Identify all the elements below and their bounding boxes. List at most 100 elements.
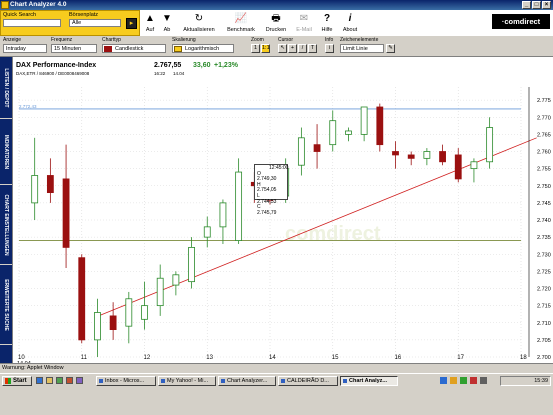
candle-body — [46, 175, 54, 194]
task-inbox[interactable]: Inbox - Micros... — [96, 376, 156, 386]
cursor-text-button[interactable]: T — [308, 44, 317, 53]
chart-icon: 📈 — [234, 13, 248, 24]
cursor-crosshair-button[interactable]: + — [288, 44, 297, 53]
maximize-button[interactable]: □ — [532, 1, 541, 9]
candle-body — [31, 175, 39, 204]
outlook-icon — [99, 379, 103, 383]
candle-body — [376, 106, 384, 146]
email-button[interactable]: ✉ E-Mail — [293, 12, 315, 36]
frequenz-select[interactable]: 15 Minuten — [51, 44, 97, 53]
quick-search-input[interactable] — [3, 19, 61, 27]
ohlc-tooltip: 12:45:00 O2.749,30 H2.754,05 L2.744,53 C… — [254, 164, 288, 216]
quicklaunch-ie-icon[interactable] — [36, 377, 43, 384]
arrow-up-icon: ▲ — [145, 13, 155, 24]
y-tick-label: 2.770 — [537, 115, 551, 121]
y-tick-label: 2.755 — [537, 167, 551, 173]
quicklaunch-app-icon[interactable] — [76, 377, 83, 384]
tab-chart-einstellungen[interactable]: CHART EINSTELLUNGEN — [0, 185, 12, 265]
tray-app-icon[interactable] — [470, 377, 477, 384]
boersenplatz-select[interactable]: Alle — [69, 19, 121, 27]
sort-up-button[interactable]: ▲ Auf — [143, 12, 157, 36]
system-clock[interactable]: 15:39 — [500, 376, 551, 386]
candle-body — [470, 161, 478, 170]
tray-messenger-icon[interactable] — [450, 377, 457, 384]
help-icon: ? — [323, 13, 331, 24]
app-icon — [1, 1, 9, 9]
candle-body — [235, 171, 243, 241]
refresh-button[interactable]: ↻ Aktualisieren — [178, 12, 220, 36]
go-button[interactable]: ▸ — [126, 18, 137, 29]
y-tick-label: 2.725 — [537, 269, 551, 275]
cursor-arrow-button[interactable]: ↖ — [278, 44, 287, 53]
x-tick-label: 12 — [144, 355, 151, 361]
start-button[interactable]: Start — [2, 376, 32, 386]
anzeige-label: Anzeige — [3, 37, 22, 43]
info-button[interactable]: i — [325, 44, 334, 53]
info-label: Info — [325, 37, 334, 43]
tray-antivirus-icon[interactable] — [460, 377, 467, 384]
quicklaunch-desktop-icon[interactable] — [56, 377, 63, 384]
help-button[interactable]: ? Hilfe — [318, 12, 336, 36]
java-icon — [343, 379, 347, 383]
info-icon: i — [348, 13, 352, 24]
close-button[interactable]: × — [542, 1, 551, 9]
y-tick-label: 2.735 — [537, 235, 551, 241]
about-button[interactable]: i About — [339, 12, 361, 36]
candle-body — [94, 312, 101, 341]
candlestick-icon — [104, 46, 112, 52]
candle-body — [313, 144, 321, 152]
quick-search-label: Quick Search — [3, 12, 37, 18]
candle-body — [78, 257, 86, 341]
draw-pen-button[interactable]: ✎ — [386, 44, 395, 53]
task-chart-analyzer-2[interactable]: Chart Analyz... — [340, 376, 398, 386]
cursor-label: Cursor — [278, 37, 294, 43]
task-chart-analyzer-1[interactable]: Chart Analyzer... — [218, 376, 276, 386]
scale-icon — [174, 46, 182, 52]
candle-body — [345, 130, 352, 135]
boersenplatz-label: Börsenplatz — [69, 12, 99, 18]
x-tick-label: 18 — [520, 355, 527, 361]
title-bar: Chart Analyzer 4.0 _ □ × — [0, 0, 553, 10]
envelope-icon: ✉ — [299, 13, 309, 24]
zeichenelemente-select[interactable]: Limit Linie — [340, 44, 384, 53]
candle-body — [329, 120, 337, 146]
print-button[interactable]: 🖶 Drucken — [262, 12, 290, 36]
anzeige-select[interactable]: Intraday — [3, 44, 47, 53]
zeichenelemente-label: Zeichenelemente — [340, 37, 379, 43]
candle-body — [141, 305, 148, 320]
candle-body — [454, 154, 462, 180]
skalierung-label: Skalierung — [172, 37, 196, 43]
y-tick-label: 2.775 — [537, 98, 551, 104]
sort-down-button[interactable]: ▼ Ab — [160, 12, 174, 36]
minimize-button[interactable]: _ — [522, 1, 531, 9]
status-text: Warnung: Applet Window — [2, 365, 64, 371]
candle-body — [109, 315, 117, 331]
tab-listen-depot[interactable]: LISTEN / DEPOT — [0, 57, 12, 119]
y-tick-label: 2.765 — [537, 132, 551, 138]
benchmark-button[interactable]: 📈 Benchmark — [223, 12, 259, 36]
candle-body — [439, 151, 446, 163]
candle-body — [297, 137, 305, 166]
tab-erweiterte-suche[interactable]: ERWEITERTE SUCHE — [0, 265, 12, 345]
limit-line-label: 2.772,43 — [19, 104, 37, 109]
search-panel: Quick Search Börsenplatz Alle — [0, 10, 140, 36]
side-tabs: LISTEN / DEPOT INDIKATOREN CHART EINSTEL… — [0, 57, 12, 363]
tray-volume-icon[interactable] — [480, 377, 487, 384]
tab-indikatoren[interactable]: INDIKATOREN — [0, 119, 12, 185]
quicklaunch-media-icon[interactable] — [66, 377, 73, 384]
tray-network-icon[interactable] — [440, 377, 447, 384]
cursor-line-button[interactable]: / — [298, 44, 307, 53]
task-my-yahoo[interactable]: My Yahoo! - Mi... — [158, 376, 216, 386]
y-tick-label: 2.760 — [537, 150, 551, 156]
task-caldeirao[interactable]: CALDEIRÃO D... — [278, 376, 338, 386]
refresh-icon: ↻ — [194, 13, 204, 24]
chart-area[interactable]: DAX Performance-Index 2.767,55 33,60 +1,… — [12, 57, 553, 363]
frequenz-label: Frequenz — [51, 37, 73, 43]
quicklaunch-outlook-icon[interactable] — [46, 377, 53, 384]
zoom-button[interactable]: 1 — [251, 44, 260, 53]
candle-body — [172, 274, 180, 286]
x-tick-label: 13 — [206, 355, 213, 361]
zoom-reset-button[interactable]: 1:1 — [261, 44, 270, 53]
candle-body — [156, 277, 164, 307]
candle-body — [219, 202, 227, 228]
